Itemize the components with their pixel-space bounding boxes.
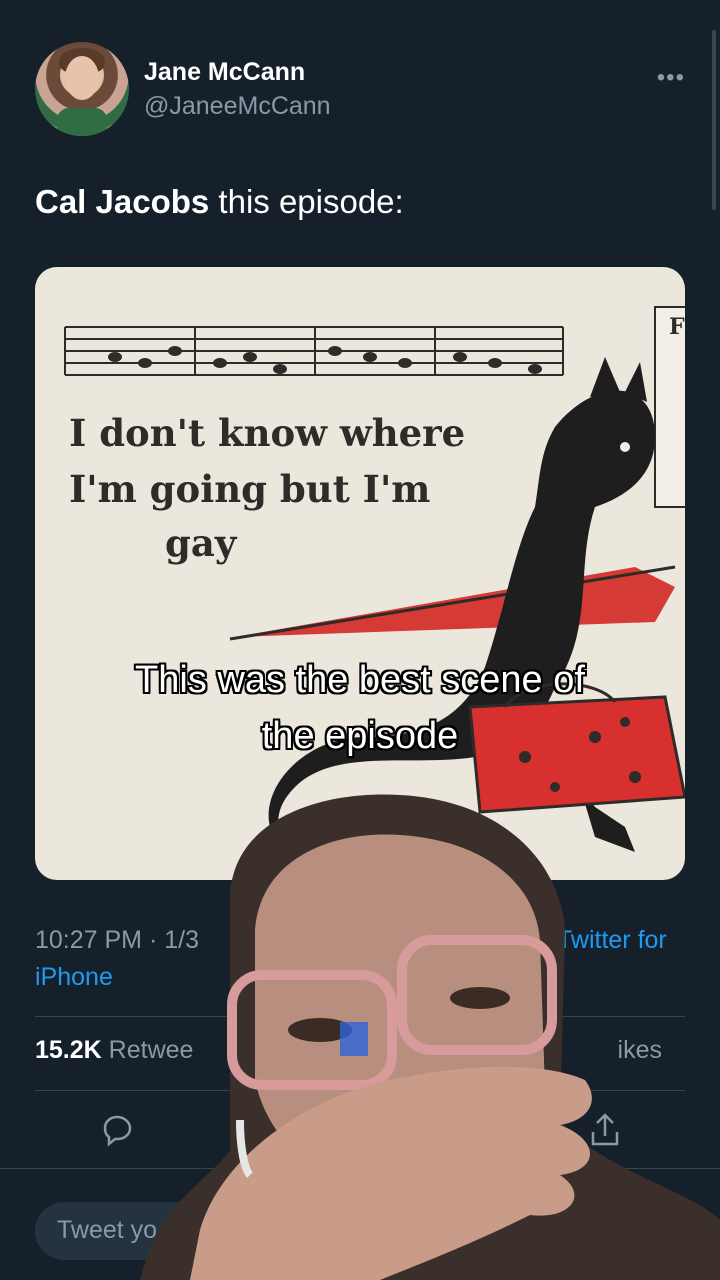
tweet-header: Jane McCann @JaneeMcCann ••• [35,42,690,138]
divider [0,1168,720,1169]
divider [35,1016,685,1017]
reply-input[interactable]: Tweet yo [35,1202,635,1260]
tweet-text-rest: this episode: [209,183,404,220]
likes-label[interactable]: ikes [618,1036,662,1065]
avatar[interactable] [35,42,129,136]
divider [35,1090,685,1091]
tweet-text-bold: Cal Jacobs [35,183,210,220]
tweet-time: 10:27 PM · 1/3 [35,926,199,954]
retweets-label: Retwee [108,1036,194,1064]
reply-placeholder: Tweet yo [57,1216,158,1244]
tweet-source-line2[interactable]: iPhone [35,959,685,996]
video-caption: This was the best scene of the episode [60,652,660,764]
meme-illustration [64,306,685,852]
author-name[interactable]: Jane McCann [144,58,305,87]
meme-corner-letter: F [669,314,685,340]
tweet-media-image[interactable]: I don't know where I'm going but I'm gay… [35,267,685,880]
tweet-source-link[interactable]: Twitter for [557,922,667,959]
tweet-meta: 10:27 PM · 1/3 Twitter for iPhone [35,922,685,996]
meme-text-line2: I'm going but I'm [69,467,431,511]
meme-text-line3: gay [165,521,237,565]
meme-text-line1: I don't know where [69,411,466,455]
tweet-stats[interactable]: 15.2K Retwee [35,1036,685,1065]
retweets-count: 15.2K [35,1036,102,1064]
share-icon[interactable] [588,1112,622,1148]
author-handle[interactable]: @JaneeMcCann [144,92,331,121]
scrollbar[interactable] [712,30,716,210]
caption-line1: This was the best scene of [135,659,585,701]
reply-icon[interactable] [100,1113,134,1147]
more-options-icon[interactable]: ••• [657,64,685,92]
tweet-text: Cal Jacobs this episode: [35,183,404,221]
caption-line2: the episode [261,715,459,757]
